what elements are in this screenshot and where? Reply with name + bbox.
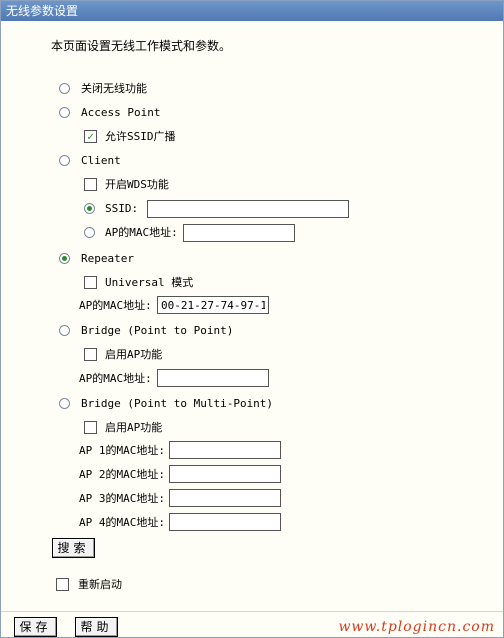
label-ap3-mac: AP 3的MAC地址: [79,492,165,505]
label-reboot: 重新启动 [78,578,122,591]
checkbox-ssid-broadcast[interactable] [84,130,97,143]
radio-bridge-p2p[interactable] [59,325,70,336]
repeater-ap-mac-input[interactable] [157,296,269,314]
radio-client-ssid[interactable] [84,203,95,214]
checkbox-reboot[interactable] [56,578,69,591]
radio-disable-wireless[interactable] [59,83,70,94]
bridge-p2p-ap-mac-input[interactable] [157,369,269,387]
label-access-point: Access Point [81,106,161,119]
radio-repeater[interactable] [59,253,70,264]
client-ssid-input[interactable] [147,200,349,218]
label-universal-mode: Universal 模式 [105,276,194,289]
label-bridge-p2mp: Bridge (Point to Multi-Point) [81,397,274,410]
ap2-mac-input[interactable] [169,465,281,483]
label-client: Client [81,154,121,167]
label-enable-wds: 开启WDS功能 [105,178,169,191]
checkbox-universal-mode[interactable] [84,276,97,289]
ap1-mac-input[interactable] [169,441,281,459]
label-bridge-p2p-enable-ap: 启用AP功能 [105,348,163,361]
label-repeater-ap-mac: AP的MAC地址: [79,299,152,312]
radio-access-point[interactable] [59,107,70,118]
ap3-mac-input[interactable] [169,489,281,507]
label-client-ssid: SSID: [105,202,139,215]
radio-client-ap-mac[interactable] [84,227,95,238]
checkbox-bridge-p2p-enable-ap[interactable] [84,348,97,361]
label-repeater: Repeater [81,252,134,265]
label-bridge-p2p: Bridge (Point to Point) [81,324,234,337]
panel-title: 无线参数设置 [1,1,503,21]
label-bridge-p2mp-enable-ap: 启用AP功能 [105,421,163,434]
checkbox-enable-wds[interactable] [84,178,97,191]
label-ap2-mac: AP 2的MAC地址: [79,468,165,481]
radio-client[interactable] [59,155,70,166]
watermark-text: www.tplogincn.com [338,619,495,635]
label-ssid-broadcast: 允许SSID广播 [105,130,176,143]
intro-text: 本页面设置无线工作模式和参数。 [51,39,232,53]
checkbox-bridge-p2mp-enable-ap[interactable] [84,421,97,434]
label-bridge-p2p-ap-mac: AP的MAC地址: [79,372,152,385]
label-disable-wireless: 关闭无线功能 [81,82,147,95]
wireless-settings-panel: 无线参数设置 本页面设置无线工作模式和参数。 关闭无线功能 Access Poi… [0,0,504,638]
save-button[interactable]: 保存 [14,617,57,637]
label-ap1-mac: AP 1的MAC地址: [79,444,165,457]
label-ap4-mac: AP 4的MAC地址: [79,516,165,529]
help-button[interactable]: 帮助 [75,617,118,637]
search-button[interactable]: 搜索 [52,538,95,558]
footer-bar: 保存 帮助 www.tplogincn.com [1,611,503,638]
label-client-ap-mac: AP的MAC地址: [105,226,178,239]
client-ap-mac-input[interactable] [183,224,295,242]
radio-bridge-p2mp[interactable] [59,398,70,409]
ap4-mac-input[interactable] [169,513,281,531]
